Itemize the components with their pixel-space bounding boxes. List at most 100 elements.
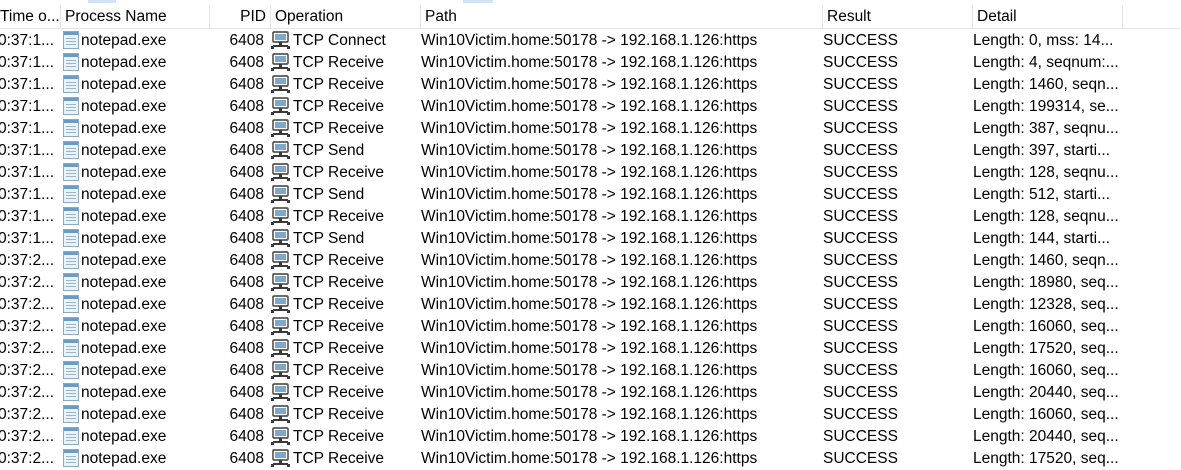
column-header-detail[interactable]: Detail bbox=[973, 6, 1123, 28]
operation-cell: TCP Receive bbox=[271, 360, 419, 382]
time-cell: 0:37:2... bbox=[0, 362, 55, 379]
table-row[interactable]: 0:37:1... notepad.exe 6408 TCP Connect W… bbox=[0, 30, 1181, 52]
table-row[interactable]: 0:37:2... notepad.exe 6408 TCP Receive W… bbox=[0, 294, 1181, 316]
operation-cell: TCP Send bbox=[271, 228, 419, 250]
pid-cell: 6408 bbox=[229, 450, 264, 467]
event-list: 0:37:1... notepad.exe 6408 TCP Connect W… bbox=[0, 30, 1181, 470]
table-row[interactable]: 0:37:1... notepad.exe 6408 TCP Send Win1… bbox=[0, 140, 1181, 162]
result-cell: SUCCESS bbox=[823, 76, 898, 93]
detail-cell: Length: 16060, seq... bbox=[973, 362, 1119, 379]
network-icon bbox=[271, 427, 290, 445]
operation-cell: TCP Connect bbox=[271, 30, 419, 52]
operation-label: TCP Send bbox=[293, 186, 365, 203]
process-cell: notepad.exe bbox=[63, 250, 208, 272]
column-header-result[interactable]: Result bbox=[823, 6, 973, 28]
result-cell: SUCCESS bbox=[823, 98, 898, 115]
result-cell: SUCCESS bbox=[823, 252, 898, 269]
table-row[interactable]: 0:37:1... notepad.exe 6408 TCP Receive W… bbox=[0, 162, 1181, 184]
time-cell: 0:37:1... bbox=[0, 76, 55, 93]
result-cell: SUCCESS bbox=[823, 186, 898, 203]
operation-cell: TCP Receive bbox=[271, 338, 419, 360]
network-icon bbox=[271, 273, 290, 291]
notepad-icon bbox=[63, 207, 79, 225]
detail-cell: Length: 16060, seq... bbox=[973, 318, 1119, 335]
process-name: notepad.exe bbox=[81, 142, 167, 159]
path-cell: Win10Victim.home:50178 -> 192.168.1.126:… bbox=[421, 318, 758, 335]
process-cell: notepad.exe bbox=[63, 360, 208, 382]
table-row[interactable]: 0:37:2... notepad.exe 6408 TCP Receive W… bbox=[0, 250, 1181, 272]
table-row[interactable]: 0:37:2... notepad.exe 6408 TCP Receive W… bbox=[0, 448, 1181, 470]
column-header-path[interactable]: Path bbox=[421, 6, 823, 28]
pid-cell: 6408 bbox=[229, 340, 264, 357]
column-header-operation[interactable]: Operation bbox=[271, 6, 421, 28]
time-cell: 0:37:1... bbox=[0, 32, 55, 49]
time-cell: 0:37:2... bbox=[0, 384, 55, 401]
path-cell: Win10Victim.home:50178 -> 192.168.1.126:… bbox=[421, 54, 758, 71]
table-row[interactable]: 0:37:1... notepad.exe 6408 TCP Send Win1… bbox=[0, 184, 1181, 206]
process-cell: notepad.exe bbox=[63, 426, 208, 448]
notepad-icon bbox=[63, 295, 79, 313]
notepad-icon bbox=[63, 383, 79, 401]
network-icon bbox=[271, 119, 290, 137]
network-icon bbox=[271, 53, 290, 71]
pid-cell: 6408 bbox=[229, 208, 264, 225]
result-cell: SUCCESS bbox=[823, 318, 898, 335]
table-row[interactable]: 0:37:1... notepad.exe 6408 TCP Receive W… bbox=[0, 118, 1181, 140]
process-cell: notepad.exe bbox=[63, 382, 208, 404]
process-cell: notepad.exe bbox=[63, 96, 208, 118]
path-cell: Win10Victim.home:50178 -> 192.168.1.126:… bbox=[421, 164, 758, 181]
process-cell: notepad.exe bbox=[63, 140, 208, 162]
pid-cell: 6408 bbox=[229, 252, 264, 269]
detail-cell: Length: 18980, seq... bbox=[973, 274, 1119, 291]
table-row[interactable]: 0:37:2... notepad.exe 6408 TCP Receive W… bbox=[0, 382, 1181, 404]
notepad-icon bbox=[63, 141, 79, 159]
pid-cell: 6408 bbox=[229, 428, 264, 445]
result-cell: SUCCESS bbox=[823, 384, 898, 401]
path-cell: Win10Victim.home:50178 -> 192.168.1.126:… bbox=[421, 296, 758, 313]
notepad-icon bbox=[63, 251, 79, 269]
table-row[interactable]: 0:37:2... notepad.exe 6408 TCP Receive W… bbox=[0, 316, 1181, 338]
process-cell: notepad.exe bbox=[63, 338, 208, 360]
time-cell: 0:37:1... bbox=[0, 208, 55, 225]
table-row[interactable]: 0:37:2... notepad.exe 6408 TCP Receive W… bbox=[0, 404, 1181, 426]
column-header-process-name[interactable]: Process Name bbox=[61, 6, 210, 28]
network-icon bbox=[271, 75, 290, 93]
pid-cell: 6408 bbox=[229, 318, 264, 335]
table-row[interactable]: 0:37:1... notepad.exe 6408 TCP Receive W… bbox=[0, 206, 1181, 228]
table-row[interactable]: 0:37:2... notepad.exe 6408 TCP Receive W… bbox=[0, 426, 1181, 448]
pid-cell: 6408 bbox=[229, 76, 264, 93]
table-row[interactable]: 0:37:2... notepad.exe 6408 TCP Receive W… bbox=[0, 360, 1181, 382]
network-icon bbox=[271, 141, 290, 159]
operation-cell: TCP Receive bbox=[271, 426, 419, 448]
operation-cell: TCP Receive bbox=[271, 316, 419, 338]
operation-label: TCP Receive bbox=[293, 120, 385, 137]
process-cell: notepad.exe bbox=[63, 272, 208, 294]
column-header-time[interactable]: Time o... bbox=[0, 6, 61, 28]
result-cell: SUCCESS bbox=[823, 230, 898, 247]
result-cell: SUCCESS bbox=[823, 142, 898, 159]
process-name: notepad.exe bbox=[81, 54, 167, 71]
operation-cell: TCP Receive bbox=[271, 404, 419, 426]
time-cell: 0:37:2... bbox=[0, 340, 55, 357]
operation-label: TCP Send bbox=[293, 230, 365, 247]
result-cell: SUCCESS bbox=[823, 450, 898, 467]
table-row[interactable]: 0:37:1... notepad.exe 6408 TCP Receive W… bbox=[0, 52, 1181, 74]
table-row[interactable]: 0:37:1... notepad.exe 6408 TCP Receive W… bbox=[0, 74, 1181, 96]
network-icon bbox=[271, 97, 290, 115]
table-row[interactable]: 0:37:1... notepad.exe 6408 TCP Receive W… bbox=[0, 96, 1181, 118]
operation-cell: TCP Receive bbox=[271, 162, 419, 184]
table-row[interactable]: 0:37:2... notepad.exe 6408 TCP Receive W… bbox=[0, 338, 1181, 360]
process-name: notepad.exe bbox=[81, 428, 167, 445]
notepad-icon bbox=[63, 185, 79, 203]
table-row[interactable]: 0:37:2... notepad.exe 6408 TCP Receive W… bbox=[0, 272, 1181, 294]
operation-label: TCP Receive bbox=[293, 296, 385, 313]
network-icon bbox=[271, 207, 290, 225]
process-cell: notepad.exe bbox=[63, 448, 208, 470]
pid-cell: 6408 bbox=[229, 296, 264, 313]
table-row[interactable]: 0:37:1... notepad.exe 6408 TCP Send Win1… bbox=[0, 228, 1181, 250]
pid-cell: 6408 bbox=[229, 230, 264, 247]
network-icon bbox=[271, 251, 290, 269]
result-cell: SUCCESS bbox=[823, 208, 898, 225]
column-header-pid[interactable]: PID bbox=[210, 6, 271, 28]
notepad-icon bbox=[63, 163, 79, 181]
